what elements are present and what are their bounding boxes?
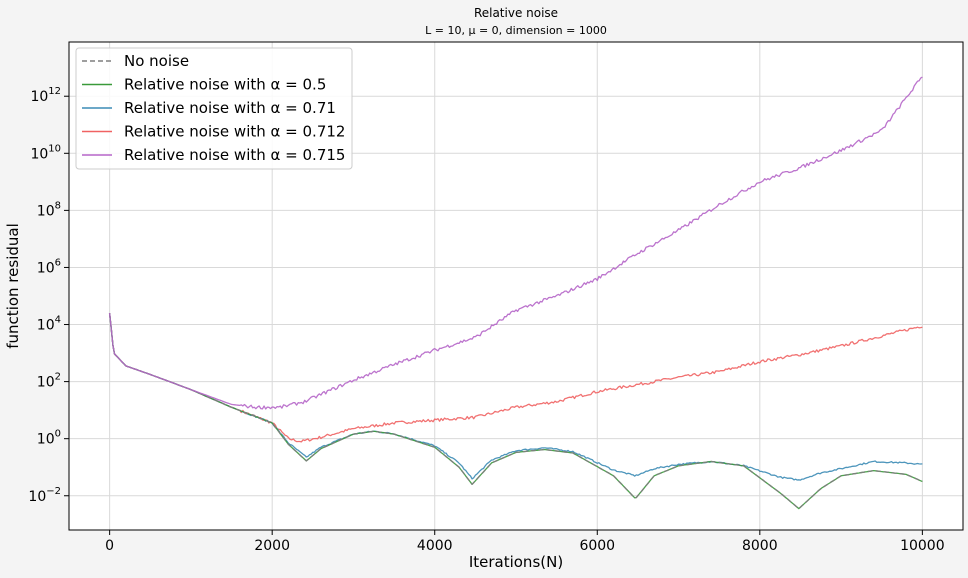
y-tick-exponent: 4: [55, 315, 61, 326]
legend-entry: Relative noise with α = 0.5: [124, 76, 326, 94]
y-tick-exponent: 10: [48, 143, 61, 154]
y-tick-label: 100: [37, 429, 61, 448]
x-tick-label: 4000: [417, 538, 453, 554]
legend-entry: Relative noise with α = 0.715: [124, 146, 345, 164]
y-tick-label: 1012: [30, 86, 61, 105]
y-tick-exponent: −2: [46, 486, 61, 497]
x-axis-label: Iterations(N): [469, 553, 563, 571]
y-axis: 10−210010210410610810101012: [28, 86, 69, 505]
y-tick-base: 10: [30, 146, 48, 162]
y-tick-label: 1010: [30, 143, 61, 162]
legend-entry: No noise: [124, 52, 189, 70]
y-tick-exponent: 8: [55, 200, 61, 211]
y-tick-base: 10: [28, 489, 46, 505]
x-tick-label: 2000: [254, 538, 290, 554]
y-tick-exponent: 6: [55, 257, 61, 268]
x-tick-label: 8000: [742, 538, 778, 554]
y-tick-base: 10: [37, 203, 55, 219]
y-tick-label: 108: [37, 200, 61, 219]
y-tick-base: 10: [37, 318, 55, 334]
y-tick-base: 10: [30, 89, 48, 105]
chart-subtitle: L = 10, μ = 0, dimension = 1000: [425, 24, 607, 37]
x-tick-label: 6000: [579, 538, 615, 554]
y-tick-base: 10: [37, 432, 55, 448]
y-tick-base: 10: [37, 260, 55, 276]
legend-entry: Relative noise with α = 0.712: [124, 123, 345, 141]
y-tick-label: 102: [37, 372, 61, 391]
legend: No noise Relative noise with α = 0.5 Relat…: [75, 47, 353, 170]
x-tick-label: 0: [105, 538, 114, 554]
y-tick-label: 104: [37, 315, 61, 334]
y-tick-label: 106: [37, 257, 61, 276]
y-tick-base: 10: [37, 375, 55, 391]
y-tick-exponent: 0: [55, 429, 61, 440]
y-axis-label: function residual: [4, 223, 22, 348]
legend-entry: Relative noise with α = 0.71: [124, 99, 336, 117]
y-tick-label: 10−2: [28, 486, 61, 505]
y-tick-exponent: 12: [48, 86, 61, 97]
x-axis: 0 2000 4000 6000 8000 10000: [105, 530, 945, 554]
x-tick-label: 10000: [900, 538, 945, 554]
line-chart: 0 2000 4000 6000 8000 10000 10−21001021041061…: [4, 6, 964, 571]
chart-title: Relative noise: [474, 6, 558, 20]
y-tick-exponent: 2: [55, 372, 61, 383]
